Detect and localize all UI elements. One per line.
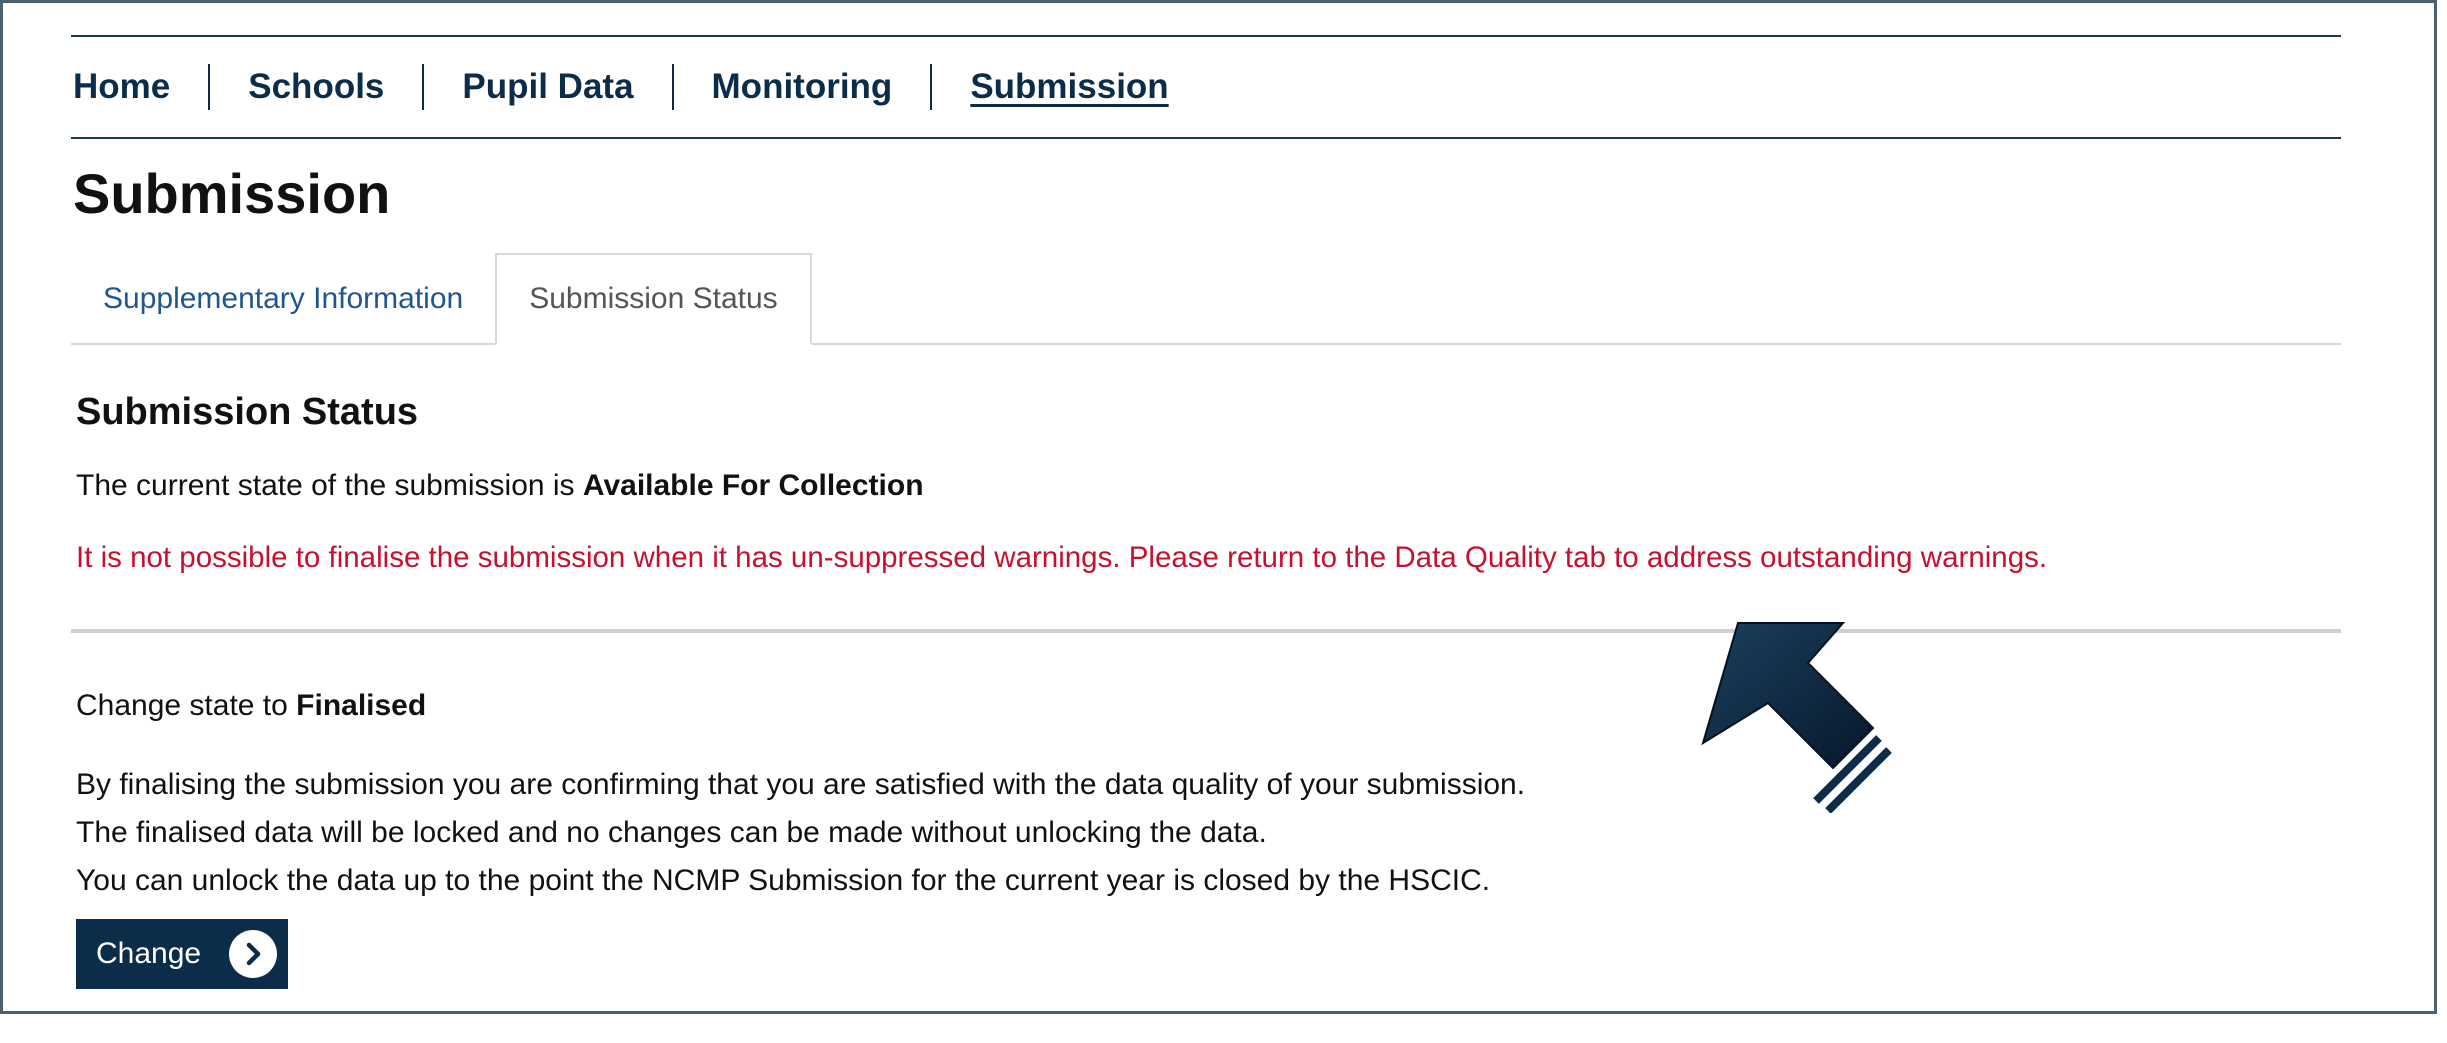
change-button-label: Change [96,937,202,970]
nav-pupil-data-label: Pupil Data [462,67,634,106]
current-state-prefix: The current state of the submission is [76,469,583,502]
tab-bar: Supplementary Information Submission Sta… [71,253,2341,345]
nav-schools-label: Schools [248,67,385,106]
warning-message: It is not possible to finalise the submi… [76,541,2048,574]
page-title: Submission [73,162,391,225]
pointer-arrow-icon [1701,622,1892,813]
current-state-value: Available For Collection [582,469,924,502]
current-state-text: The current state of the submission is A… [76,469,924,503]
change-button[interactable]: Change [76,919,288,989]
finalise-info-line: The finalised data will be locked and no… [76,816,1267,849]
change-state-target: Finalised [296,689,427,722]
nav-monitoring-label: Monitoring [711,67,893,106]
nav-submission[interactable]: Submission [930,64,1206,110]
divider [71,629,2341,633]
main-nav: Home Schools Pupil Data Monitoring Submi… [71,35,2341,139]
change-state-text: Change state to Finalised [76,689,426,723]
finalise-info-line: You can unlock the data up to the point … [76,864,1491,897]
nav-monitoring[interactable]: Monitoring [671,64,931,110]
section-heading: Submission Status [76,391,419,433]
screenshot-frame: Home Schools Pupil Data Monitoring Submi… [0,0,2437,1014]
change-state-prefix: Change state to [76,689,297,722]
nav-home-label: Home [73,67,171,106]
chevron-right-icon [229,930,278,978]
finalise-info-line: By finalising the submission you are con… [76,768,1526,801]
nav-schools[interactable]: Schools [208,64,422,110]
nav-submission-label: Submission [970,67,1169,106]
nav-pupil-data[interactable]: Pupil Data [422,64,671,110]
finalise-info: By finalising the submission you are con… [76,761,1525,905]
tab-supplementary-information[interactable]: Supplementary Information [71,255,495,343]
nav-home[interactable]: Home [71,64,208,110]
tab-submission-status[interactable]: Submission Status [495,253,812,345]
